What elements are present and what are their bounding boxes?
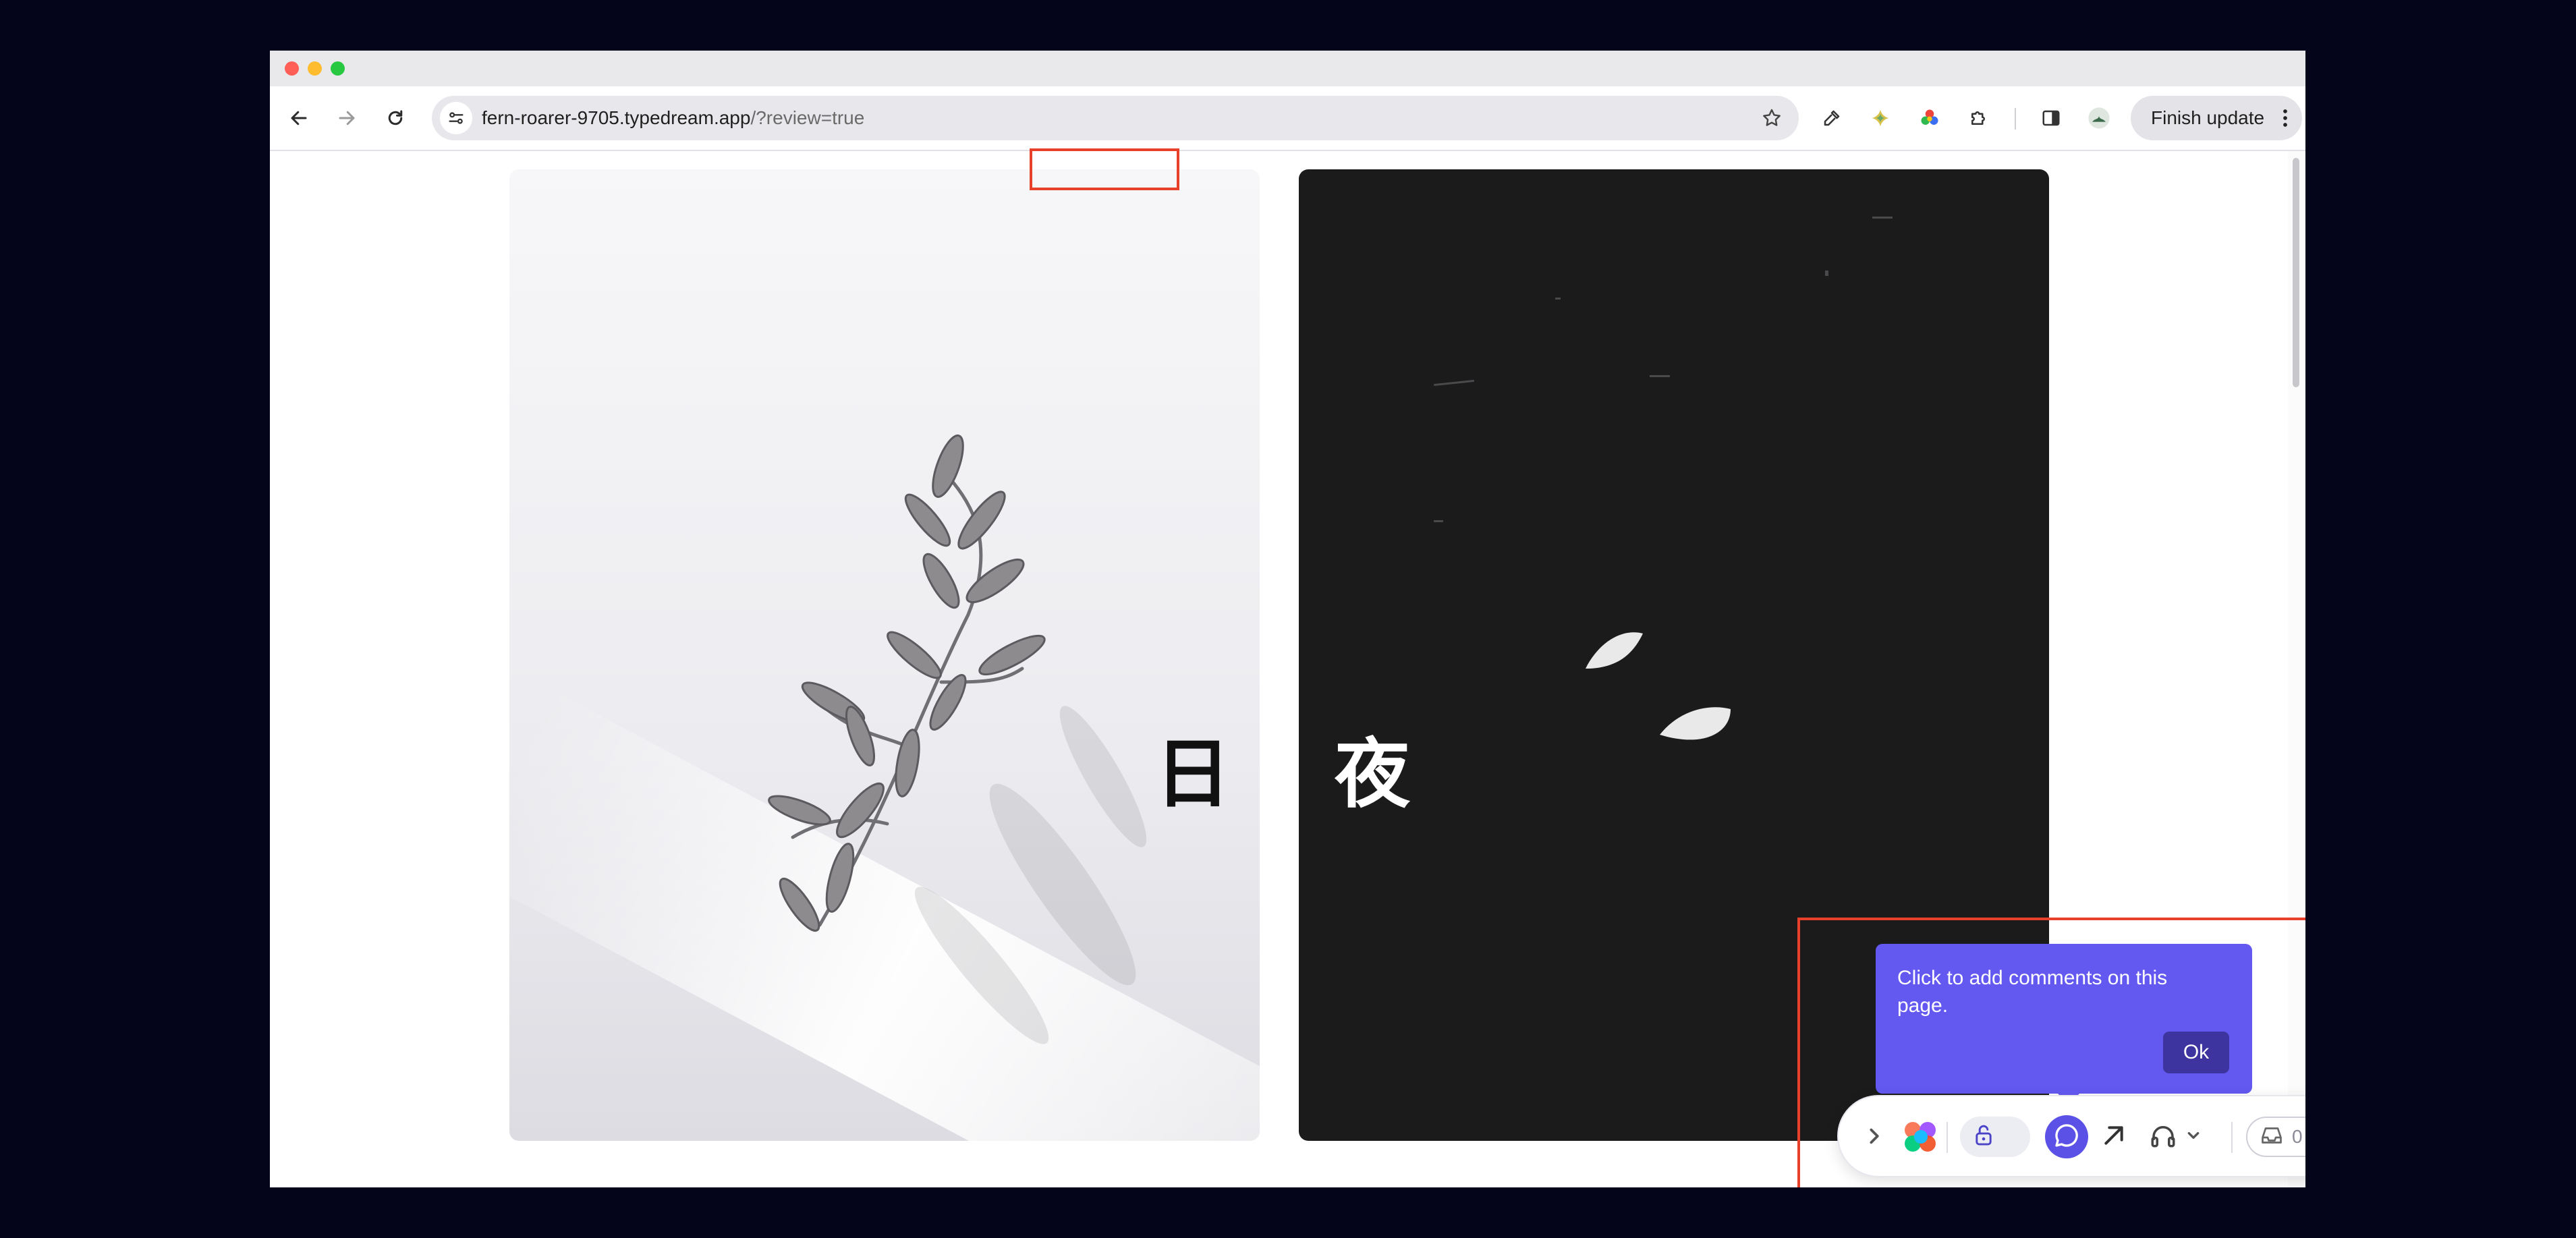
chevron-down-icon[interactable]: [2187, 1129, 2200, 1142]
comment-hint-tooltip: Click to add comments on this page. Ok: [1876, 944, 2252, 1104]
side-panel-icon[interactable]: [2034, 101, 2068, 135]
scrollbar-thumb[interactable]: [2293, 158, 2299, 387]
browser-window: fern-roarer-9705.typedream.app/?review=t…: [270, 51, 2305, 1187]
maximize-window-button[interactable]: [331, 61, 345, 76]
inbox-icon: [2260, 1125, 2284, 1150]
review-bar-divider: [1947, 1122, 1948, 1153]
back-icon[interactable]: [282, 101, 316, 135]
minimize-window-button[interactable]: [308, 61, 322, 76]
day-character: 日: [1155, 731, 1231, 818]
browser-toolbar: fern-roarer-9705.typedream.app/?review=t…: [270, 86, 2305, 151]
site-settings-icon[interactable]: [440, 102, 472, 134]
reload-icon[interactable]: [379, 101, 412, 135]
night-character: 夜: [1335, 731, 1410, 818]
forward-icon[interactable]: [330, 101, 364, 135]
color-wheel-extension-icon[interactable]: [1913, 101, 1947, 135]
url-text: fern-roarer-9705.typedream.app/?review=t…: [482, 96, 864, 140]
inbox-button[interactable]: 0: [2246, 1117, 2305, 1157]
expand-chevron-icon[interactable]: [1868, 1126, 1882, 1146]
profile-icon[interactable]: [2082, 101, 2116, 135]
unlock-toggle[interactable]: [1960, 1117, 2030, 1157]
address-bar[interactable]: fern-roarer-9705.typedream.app/?review=t…: [432, 96, 1799, 140]
url-query-highlight: [1030, 148, 1179, 190]
ok-button[interactable]: Ok: [2163, 1032, 2229, 1073]
comment-mode-button[interactable]: [2045, 1115, 2088, 1158]
unlock-icon: [1973, 1125, 1994, 1150]
figma-logo-icon[interactable]: [1901, 1118, 1941, 1156]
review-toolbar: 0: [1837, 1095, 2305, 1177]
arrow-icon[interactable]: [2100, 1122, 2127, 1149]
day-image-card: [509, 169, 1260, 1141]
more-vert-icon[interactable]: [2282, 108, 2289, 133]
inbox-count: 0: [2292, 1126, 2303, 1147]
extensions-puzzle-icon[interactable]: [1961, 101, 1995, 135]
bookmark-star-icon[interactable]: [1758, 105, 1785, 132]
finish-update-label: Finish update: [2151, 107, 2265, 128]
comment-icon: [2053, 1122, 2080, 1152]
headphones-icon[interactable]: [2149, 1122, 2177, 1149]
tooltip-text: Click to add comments on this page.: [1897, 967, 2168, 1017]
olive-branch-illustration: [768, 434, 1147, 1044]
finish-update-button[interactable]: Finish update: [2131, 96, 2302, 140]
eyedropper-extension-icon[interactable]: [1815, 101, 1849, 135]
toolbar-divider: [2015, 108, 2016, 130]
close-window-button[interactable]: [285, 61, 299, 76]
title-bar: [270, 51, 2305, 86]
gemini-extension-icon[interactable]: [1864, 101, 1897, 135]
url-host: fern-roarer-9705.typedream.app: [482, 107, 751, 128]
review-bar-divider: [2231, 1122, 2233, 1153]
url-query: /?review=true: [750, 107, 865, 128]
